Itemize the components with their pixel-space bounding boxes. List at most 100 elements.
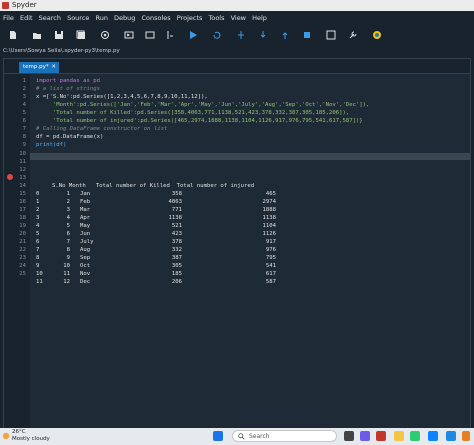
edge-icon[interactable] (428, 431, 438, 441)
col-injured: Total number of injured (176, 183, 255, 189)
stop-icon[interactable] (302, 30, 312, 40)
table-cell: 976 (265, 247, 276, 253)
menu-edit[interactable]: Edit (20, 14, 33, 22)
menu-file[interactable]: File (3, 14, 14, 22)
menu-search[interactable]: Search (39, 14, 61, 22)
line-number: 1 (22, 78, 26, 84)
table-cell: Oct (80, 263, 91, 269)
menu-run[interactable]: Run (95, 14, 107, 22)
cursor-icon[interactable] (165, 30, 175, 40)
code-line: 'Month':pd.Series(['Jan','Feb','Mar','Ap… (36, 102, 370, 108)
step-icon[interactable] (236, 30, 246, 40)
window-title: Spyder (12, 1, 37, 9)
new-file-icon[interactable] (8, 30, 18, 40)
spyder-logo-icon (2, 2, 9, 9)
table-cell: 0 (36, 191, 40, 197)
menu-projects[interactable]: Projects (177, 14, 203, 22)
task-view-icon[interactable] (344, 431, 354, 441)
editor-pane: temp.py* ✕ 1 2 3 4 5 6 7 8 9 10 11 12 13… (3, 58, 471, 430)
code-line: 'Total number of injured':pd.Series([465… (36, 118, 363, 124)
table-cell: 4063 (168, 199, 182, 205)
table-cell: 1138 (262, 215, 276, 221)
tab-temp-py[interactable]: temp.py* ✕ (19, 62, 59, 73)
line-number: 5 (22, 110, 26, 116)
line-number: 19 (19, 223, 26, 229)
weather-widget[interactable]: 26°C Mostly cloudy (12, 429, 50, 443)
table-cell: Aug (80, 247, 91, 253)
line-number: 3 (22, 94, 26, 100)
table-cell: Dec (80, 279, 91, 285)
save-icon[interactable] (54, 30, 64, 40)
close-icon[interactable]: ✕ (51, 62, 56, 73)
code-editor[interactable]: 1 2 3 4 5 6 7 8 9 10 11 12 13 14 15 16 1… (4, 74, 470, 429)
file-explorer-icon[interactable] (394, 431, 404, 441)
windows-start-icon[interactable] (213, 431, 223, 441)
window-titlebar: Spyder (0, 0, 474, 11)
table-cell: Jan (80, 191, 91, 197)
table-cell: 10 (36, 271, 43, 277)
toolbar (0, 25, 474, 47)
line-number: 21 (19, 239, 26, 245)
terminal-icon[interactable] (124, 30, 134, 40)
menu-view[interactable]: View (231, 14, 246, 22)
store-icon[interactable] (446, 431, 456, 441)
menu-tools[interactable]: Tools (208, 14, 224, 22)
taskbar-search[interactable]: Search (232, 430, 337, 442)
line-number: 6 (22, 118, 26, 124)
table-cell: 3 (66, 207, 70, 213)
tab-label: temp.py* (23, 64, 49, 70)
window-icon[interactable] (145, 30, 155, 40)
code-line: # a list of strings (36, 86, 100, 92)
teams-icon[interactable] (360, 431, 370, 441)
line-number: 12 (19, 167, 26, 173)
table-cell: 3 (36, 215, 40, 221)
fullscreen-icon[interactable] (326, 30, 336, 40)
table-cell: Jun (80, 231, 91, 237)
at-icon[interactable] (100, 30, 110, 40)
spyder-taskbar-icon[interactable] (376, 431, 386, 441)
line-number: 11 (19, 159, 26, 165)
table-cell: 6 (36, 239, 40, 245)
python-icon[interactable] (372, 30, 382, 40)
table-cell: Mar (80, 207, 91, 213)
path-bar[interactable]: C:\Users\Sowya Sella\.spyder-py3\temp.py (0, 46, 474, 57)
wrench-icon[interactable] (348, 30, 358, 40)
open-folder-icon[interactable] (32, 30, 42, 40)
table-cell: 617 (265, 271, 276, 277)
menu-debug[interactable]: Debug (114, 14, 135, 22)
line-number: 8 (22, 134, 26, 140)
table-cell: 7 (36, 247, 40, 253)
table-cell: 1126 (262, 231, 276, 237)
menu-help[interactable]: Help (252, 14, 267, 22)
run-icon[interactable] (188, 30, 198, 40)
line-number: 18 (19, 215, 26, 221)
table-cell: July (80, 239, 94, 245)
save-all-icon[interactable] (76, 30, 86, 40)
table-cell: 1104 (262, 223, 276, 229)
col-month: Month (68, 183, 86, 189)
code-line: 'Total number of Killed':pd.Series([358,… (36, 110, 350, 116)
table-cell: Apr (80, 215, 91, 221)
line-number: 4 (22, 102, 26, 108)
table-cell: 206 (171, 279, 182, 285)
table-cell: 4 (36, 223, 40, 229)
output-header: S.No Month Total number of Killed Total … (52, 183, 254, 189)
step-into-icon[interactable] (258, 30, 268, 40)
table-cell: 8 (66, 247, 70, 253)
menu-source[interactable]: Source (67, 14, 89, 22)
app-icon[interactable] (462, 431, 470, 441)
table-cell: 1138 (168, 215, 182, 221)
table-cell: 6 (66, 231, 70, 237)
menu-consoles[interactable]: Consoles (141, 14, 170, 22)
table-cell: Sep (80, 255, 91, 261)
table-cell: May (80, 223, 91, 229)
step-return-icon[interactable] (280, 30, 290, 40)
chrome-icon[interactable] (410, 431, 420, 441)
table-cell: 465 (265, 191, 276, 197)
table-cell: 305 (171, 263, 182, 269)
table-cell: 2 (66, 199, 70, 205)
table-cell: 4 (66, 215, 70, 221)
table-cell: 423 (171, 231, 182, 237)
rerun-icon[interactable] (212, 30, 222, 40)
code-line: # Calling DataFrame constructor on list (36, 126, 168, 132)
